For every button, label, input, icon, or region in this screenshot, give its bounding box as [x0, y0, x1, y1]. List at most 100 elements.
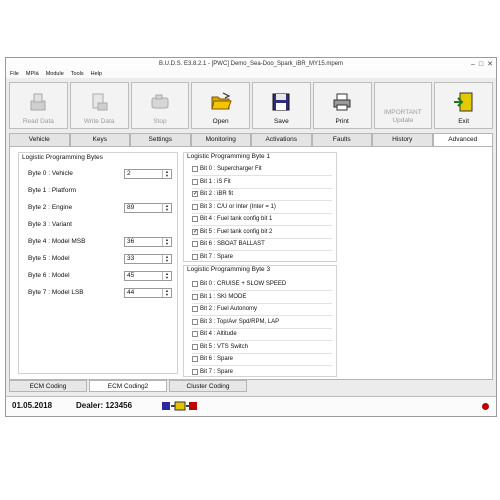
bit-checkbox[interactable]: ✓	[192, 191, 198, 197]
group-title: Logistic Programming Byte 3	[187, 266, 271, 273]
stop-label: Stop	[153, 118, 167, 125]
coding-tabs: ECM Coding ECM Coding2 Cluster Coding	[9, 380, 247, 392]
menu-bar: File MPIá Module Tools Help	[6, 70, 496, 78]
important-update-button[interactable]: IMPORTANT Update	[373, 82, 433, 129]
menu-file[interactable]: File	[10, 70, 19, 78]
bit-option[interactable]: Bit 1 : iS Fit	[192, 178, 231, 186]
stop-button[interactable]: Stop	[130, 82, 190, 129]
byte4-input[interactable]: 36 ▲ ▼	[124, 237, 172, 247]
bit-checkbox[interactable]: ✓	[192, 228, 198, 235]
bit-option[interactable]: Bit 6 : Spare	[192, 355, 233, 363]
bit-option[interactable]: ✓ Bit 5 : Fuel tank config bit 2	[192, 228, 272, 236]
main-tabs: Vehicle Keys Settings Monitoring Activat…	[9, 133, 493, 146]
folder-open-icon	[210, 92, 232, 110]
bit-checkbox[interactable]	[192, 166, 198, 172]
tab-keys[interactable]: Keys	[69, 133, 130, 146]
bit-checkbox[interactable]	[192, 331, 198, 337]
spinner-icon[interactable]: ▲ ▼	[162, 204, 171, 212]
row-divider	[192, 200, 332, 201]
spinner-icon[interactable]: ▲ ▼	[162, 238, 171, 246]
bit-checkbox[interactable]	[192, 178, 198, 185]
status-indicator-icon	[482, 403, 489, 410]
tab-ecm-coding2[interactable]: ECM Coding2	[89, 380, 167, 392]
spinner-icon[interactable]: ▲ ▼	[162, 170, 171, 178]
read-data-icon	[30, 93, 46, 111]
bit-option[interactable]: ✓ Bit 2 : iBR fit	[192, 190, 233, 198]
byte7-input[interactable]: 44 ▲ ▼	[124, 288, 172, 298]
bit-checkbox[interactable]	[192, 241, 198, 247]
row-divider	[192, 250, 332, 251]
tab-activations[interactable]: Activations	[251, 133, 312, 146]
menu-mpi[interactable]: MPIá	[26, 70, 39, 78]
tab-history[interactable]: History	[372, 133, 433, 146]
bit-option[interactable]: Bit 0 : Supercharger Fit	[192, 165, 262, 173]
write-data-button[interactable]: Write Data	[69, 82, 129, 129]
tab-cluster-coding[interactable]: Cluster Coding	[169, 380, 247, 392]
status-date: 01.05.2018	[12, 401, 53, 410]
save-label: Save	[273, 118, 289, 125]
window-title: B.U.D.S. E3.8.2.1 - [PWC] Demo_Sea-Doo_S…	[158, 61, 344, 67]
row-divider	[192, 237, 332, 239]
tab-faults[interactable]: Faults	[311, 133, 372, 146]
menu-tools[interactable]: Tools	[71, 70, 84, 78]
tab-vehicle[interactable]: Vehicle	[9, 133, 70, 146]
tab-settings[interactable]: Settings	[130, 133, 191, 146]
bit-option[interactable]: Bit 6 : SBOAT BALLAST	[192, 240, 265, 248]
bit-option[interactable]: Bit 3 : Top/Avr Spd/RPM, LAP	[192, 318, 279, 326]
bit-checkbox[interactable]	[192, 343, 198, 350]
bit-option[interactable]: Bit 5 : VTS Switch	[192, 343, 248, 351]
bit-label: Bit 6 : Spare	[200, 356, 234, 362]
print-label: Print	[335, 118, 349, 125]
menu-module[interactable]: Module	[46, 70, 64, 78]
byte7-value: 44	[127, 289, 135, 296]
bit-label: Bit 5 : VTS Switch	[200, 343, 249, 350]
bit-option[interactable]: Bit 7 : Spare	[192, 253, 233, 261]
floppy-disk-icon	[272, 93, 290, 111]
bit-label: Bit 3 : Top/Avr Spd/RPM, LAP	[200, 318, 280, 325]
exit-button[interactable]: Exit	[434, 82, 493, 129]
byte-label: Byte 4 : Model MSB	[28, 238, 86, 245]
spinner-icon[interactable]: ▲ ▼	[162, 289, 171, 297]
row-divider	[192, 302, 332, 304]
bit-checkbox[interactable]	[192, 356, 198, 362]
tab-monitoring[interactable]: Monitoring	[190, 133, 251, 146]
logistic-byte3-group: Logistic Programming Byte 3 Bit 0 : CRUI…	[183, 265, 337, 377]
spinner-icon[interactable]: ▲ ▼	[162, 255, 171, 263]
bit-option[interactable]: Bit 7 : Spare	[192, 368, 233, 376]
bit-option[interactable]: Bit 4 : Fuel tank config bit 1	[192, 215, 272, 223]
tab-ecm-coding[interactable]: ECM Coding	[9, 380, 87, 392]
bit-checkbox[interactable]	[192, 253, 198, 260]
row-divider	[192, 315, 332, 316]
group-title: Logistic Programming Byte 1	[187, 153, 271, 160]
byte2-input[interactable]: 89 ▲ ▼	[124, 203, 172, 213]
bit-checkbox[interactable]	[192, 293, 198, 300]
byte5-input[interactable]: 33 ▲ ▼	[124, 254, 172, 264]
bit-checkbox[interactable]	[192, 318, 198, 325]
bit-label: Bit 1 : iS Fit	[200, 178, 231, 185]
bit-option[interactable]: Bit 2 : Fuel Autonomy	[192, 305, 257, 313]
bit-label: Bit 4 : Altitude	[200, 331, 237, 337]
bit-checkbox[interactable]	[192, 203, 198, 210]
dealer-number: Dealer: 123456	[76, 401, 133, 410]
bit-checkbox[interactable]	[192, 306, 198, 312]
byte6-input[interactable]: 45 ▲ ▼	[124, 271, 172, 281]
bit-checkbox[interactable]	[192, 368, 198, 375]
bit-option[interactable]: Bit 1 : SKI MODE	[192, 293, 246, 301]
bit-checkbox[interactable]	[192, 216, 198, 222]
save-button[interactable]: Save	[252, 82, 311, 129]
byte-label: Byte 6 : Model	[28, 272, 70, 279]
byte0-input[interactable]: 2 ▲ ▼	[124, 169, 172, 179]
tab-advanced[interactable]: Advanced	[432, 133, 493, 146]
spinner-icon[interactable]: ▲ ▼	[162, 272, 171, 280]
bit-option[interactable]: Bit 0 : CRUISE + SLOW SPEED	[192, 280, 286, 288]
bit-checkbox[interactable]	[192, 281, 198, 287]
bit-label: Bit 3 : C/U or Inter (Inter = 1)	[200, 203, 276, 210]
menu-help[interactable]: Help	[91, 70, 102, 78]
read-data-button[interactable]: Read Data	[9, 82, 68, 129]
bit-option[interactable]: Bit 3 : C/U or Inter (Inter = 1)	[192, 203, 276, 211]
bit-option[interactable]: Bit 4 : Altitude	[192, 330, 237, 338]
print-button[interactable]: Print	[312, 82, 372, 129]
row-divider	[192, 187, 332, 189]
open-button[interactable]: Open	[191, 82, 250, 129]
byte5-value: 33	[127, 255, 135, 262]
